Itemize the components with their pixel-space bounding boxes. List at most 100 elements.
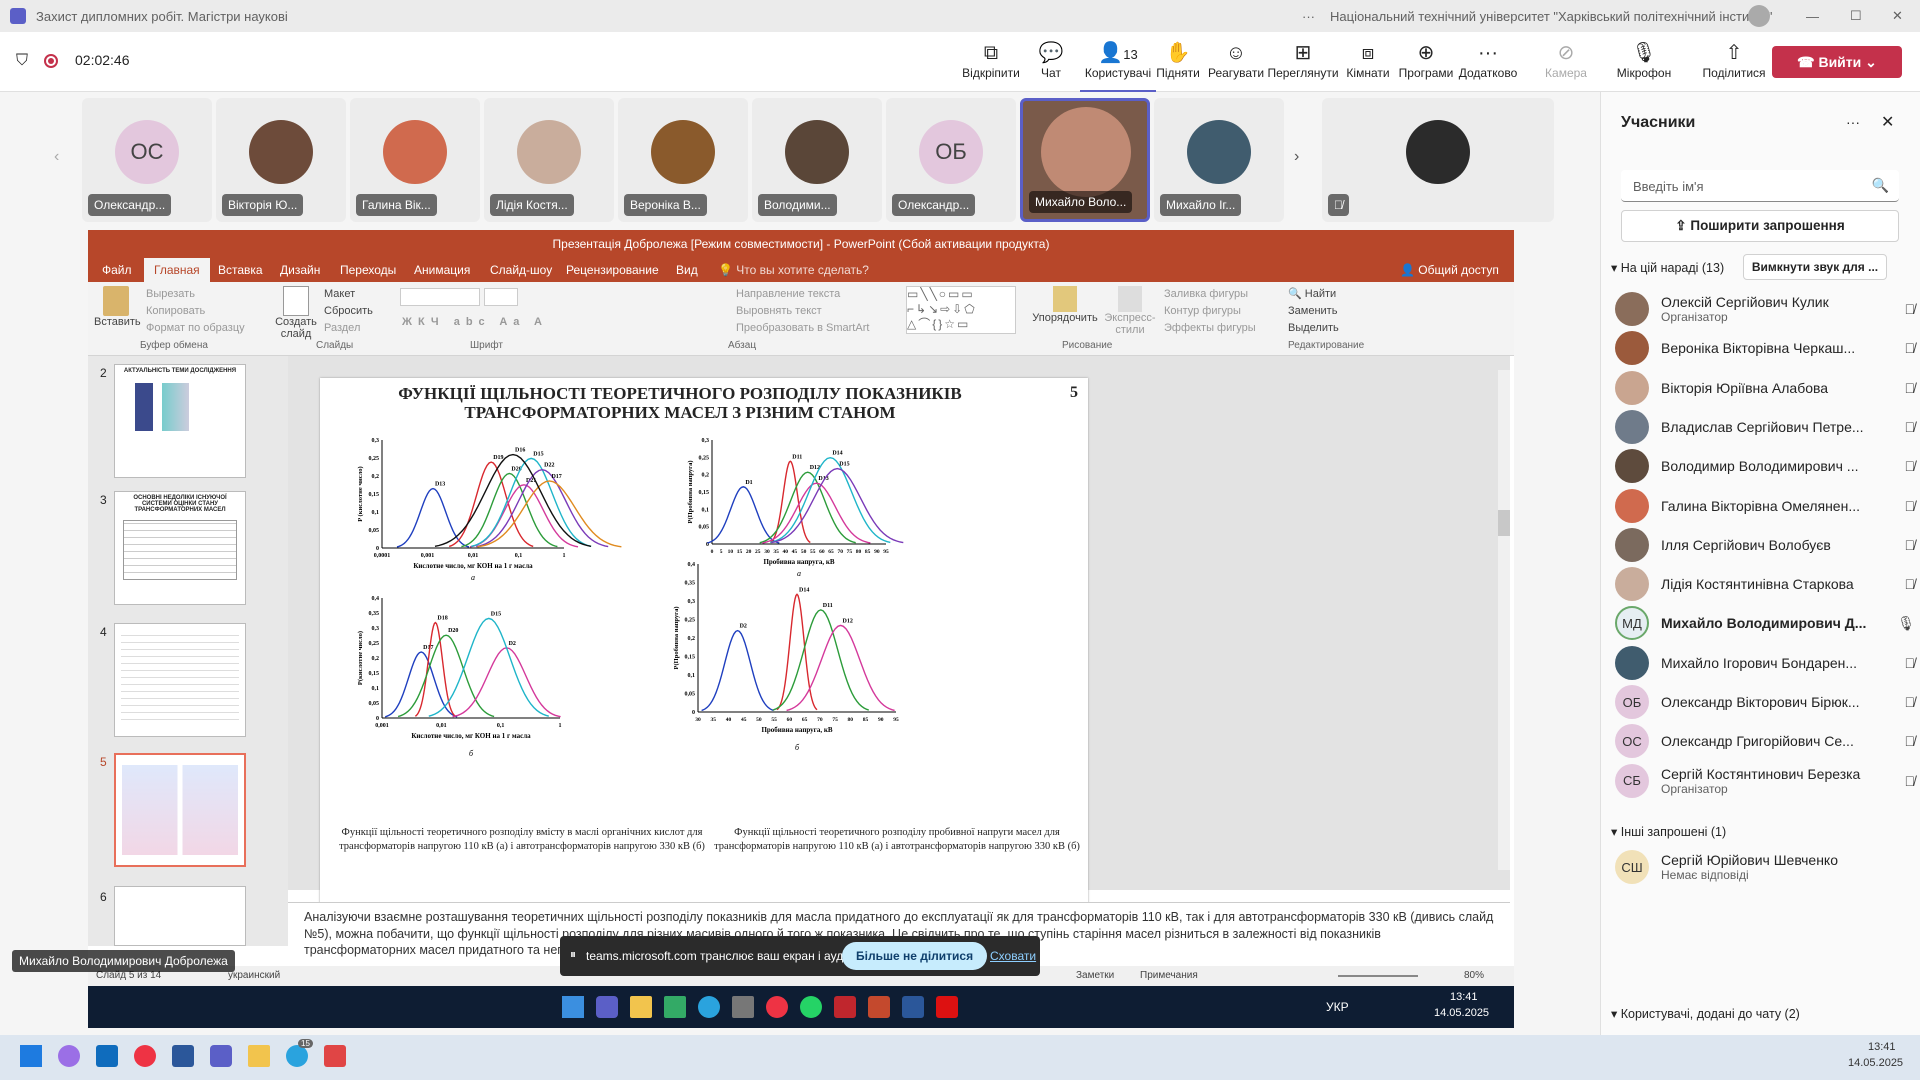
user-avatar[interactable] [1748, 5, 1770, 27]
status-language[interactable]: украинский [228, 970, 280, 981]
video-tile[interactable]: ОС Олександр... [82, 98, 212, 222]
teams-app-icon[interactable] [596, 996, 618, 1018]
shape-fill-button[interactable]: Заливка фигуры [1164, 286, 1256, 303]
acrobat-icon[interactable] [834, 996, 856, 1018]
notes-toggle[interactable]: Заметки [1076, 970, 1114, 981]
mic-off-icon[interactable]: 🎙̸ [1905, 498, 1916, 514]
remote-tray-lang[interactable]: УКР [1326, 1000, 1349, 1014]
powerpoint-icon[interactable] [868, 996, 890, 1018]
mic-off-icon[interactable]: 🎙̸ [1905, 340, 1916, 356]
close-icon[interactable]: ✕ [1892, 8, 1903, 24]
scroll-thumb[interactable] [1498, 510, 1510, 536]
windows-start-icon[interactable] [20, 1045, 42, 1067]
video-tile[interactable]: Михайло Іг... [1154, 98, 1284, 222]
outlook-icon[interactable] [96, 1045, 118, 1067]
font-size-select[interactable] [484, 288, 518, 306]
select-button[interactable]: Выделить [1288, 320, 1339, 337]
tab-design[interactable]: Дизайн [280, 263, 320, 277]
quick-styles-button[interactable]: Экспресс-стили [1100, 286, 1160, 336]
more-icon[interactable]: ··· [1302, 9, 1315, 24]
view-button[interactable]: ⊞ Переглянути [1263, 40, 1343, 80]
slide-thumbnail[interactable] [114, 623, 246, 737]
app-icon[interactable] [664, 996, 686, 1018]
close-panel-icon[interactable]: ✕ [1881, 112, 1894, 132]
tab-review[interactable]: Рецензирование [566, 263, 659, 277]
mic-off-icon[interactable]: 🎙̸ [1905, 576, 1916, 592]
copilot-icon[interactable] [58, 1045, 80, 1067]
mic-on-icon[interactable]: 🎙 [1897, 615, 1915, 632]
font-format-buttons[interactable]: ЖКЧ abc Aa A [402, 316, 548, 328]
shapes-gallery[interactable]: ▭╲╲○▭▭ ⌐↳↘⇨⇩⬠ △⌒{}☆▭ [906, 286, 1016, 334]
mic-off-icon[interactable]: 🎙̸ [1905, 458, 1916, 474]
format-painter-button[interactable]: Формат по образцу [146, 320, 245, 337]
share-button[interactable]: ⇧ Поділитися [1694, 40, 1774, 80]
apps-button[interactable]: ⊕ Програми [1391, 40, 1461, 80]
calculator-icon[interactable] [732, 996, 754, 1018]
video-tile[interactable]: ОБ Олександр... [886, 98, 1016, 222]
chrome-icon[interactable] [134, 1045, 156, 1067]
video-tile[interactable]: Лідія Костя... [484, 98, 614, 222]
video-tile-active-speaker[interactable]: Михайло Воло... [1020, 98, 1150, 222]
participant-row[interactable]: Вікторія Юріївна Алабова 🎙̸ [1615, 367, 1915, 409]
mic-off-icon[interactable]: 🎙̸ [1905, 419, 1916, 435]
zoom-slider[interactable] [1338, 975, 1418, 977]
tab-animation[interactable]: Анимация [414, 263, 470, 277]
leave-button[interactable]: ☎ Вийти ⌄ [1772, 46, 1902, 78]
folder-icon[interactable] [630, 996, 652, 1018]
minimize-icon[interactable]: — [1806, 9, 1819, 24]
comments-toggle[interactable]: Примечания [1140, 970, 1198, 981]
tab-home[interactable]: Главная [144, 258, 210, 282]
zoom-level[interactable]: 80% [1464, 970, 1484, 981]
participant-row[interactable]: Володимир Володимирович ... 🎙̸ [1615, 445, 1915, 487]
arrange-button[interactable]: Упорядочить [1032, 286, 1098, 324]
teams-app-icon[interactable] [210, 1045, 232, 1067]
mic-button[interactable]: 🎙 Мікрофон [1609, 40, 1679, 80]
mic-off-icon[interactable]: 🎙̸ [1905, 773, 1916, 789]
tell-me-input[interactable]: 💡 Что вы хотите сделать? [718, 263, 869, 277]
slide-thumbnail-active[interactable] [114, 753, 246, 867]
tab-insert[interactable]: Вставка [218, 263, 263, 277]
participant-row[interactable]: Галина Вікторівна Омелянен... 🎙̸ [1615, 485, 1915, 527]
stop-sharing-button[interactable]: Більше не ділитися [842, 942, 988, 970]
section-others[interactable]: ▾ Інші запрошені (1) [1611, 824, 1726, 839]
chat-button[interactable]: 💬 Чат [1016, 40, 1086, 80]
reset-button[interactable]: Сбросить [324, 303, 373, 320]
pdf-icon[interactable] [936, 996, 958, 1018]
shape-outline-button[interactable]: Контур фигуры [1164, 303, 1256, 320]
font-name-select[interactable] [400, 288, 480, 306]
word-icon[interactable] [172, 1045, 194, 1067]
copy-button[interactable]: Копировать [146, 303, 245, 320]
maximize-icon[interactable]: ☐ [1850, 8, 1862, 24]
snipping-tool-icon[interactable] [324, 1045, 346, 1067]
chevron-left-icon[interactable]: ‹ [54, 148, 59, 166]
participant-row[interactable]: Вероніка Вікторівна Черкаш... 🎙̸ [1615, 327, 1915, 369]
participant-row[interactable]: СШ Сергій Юрійович Шевченко Немає відпові… [1615, 846, 1915, 888]
paste-button[interactable]: Вставить [94, 286, 141, 328]
tab-slideshow[interactable]: Слайд-шоу [490, 263, 552, 277]
mic-off-icon[interactable]: 🎙̸ [1905, 380, 1916, 396]
word-icon[interactable] [902, 996, 924, 1018]
participant-row[interactable]: ОС Олександр Григорійович Се... 🎙̸ [1615, 720, 1915, 762]
invite-button[interactable]: ⇪ Поширити запрошення [1621, 210, 1899, 242]
smartart-button[interactable]: Преобразовать в SmartArt [736, 320, 869, 337]
windows-start-icon[interactable] [562, 996, 584, 1018]
telegram-icon[interactable] [698, 996, 720, 1018]
video-tile[interactable]: Галина Вік... [350, 98, 480, 222]
find-button[interactable]: 🔍 Найти [1288, 286, 1339, 303]
section-in-meeting[interactable]: ▾ На цій нараді (13) [1611, 260, 1724, 275]
participant-row[interactable]: Лідія Костянтинівна Старкова 🎙̸ [1615, 563, 1915, 605]
mute-all-button[interactable]: Вимкнути звук для ... [1743, 254, 1887, 280]
participant-search[interactable]: Введіть ім'я 🔍 [1621, 170, 1899, 202]
mic-off-icon[interactable]: 🎙̸ [1905, 733, 1916, 749]
share-ppt-button[interactable]: 👤 Общий доступ [1400, 263, 1499, 277]
slide-thumbnail[interactable] [114, 886, 246, 946]
tab-view[interactable]: Вид [676, 263, 698, 277]
hide-banner-link[interactable]: Сховати [990, 949, 1036, 963]
align-text-button[interactable]: Выровнять текст [736, 303, 869, 320]
more-button[interactable]: ··· Додатково [1453, 40, 1523, 80]
scrollbar[interactable] [1498, 370, 1510, 870]
chrome-icon[interactable] [766, 996, 788, 1018]
react-button[interactable]: ☺ Реагувати [1201, 40, 1271, 80]
shape-effects-button[interactable]: Эффекты фигуры [1164, 320, 1256, 337]
more-options-icon[interactable]: ··· [1846, 114, 1860, 130]
